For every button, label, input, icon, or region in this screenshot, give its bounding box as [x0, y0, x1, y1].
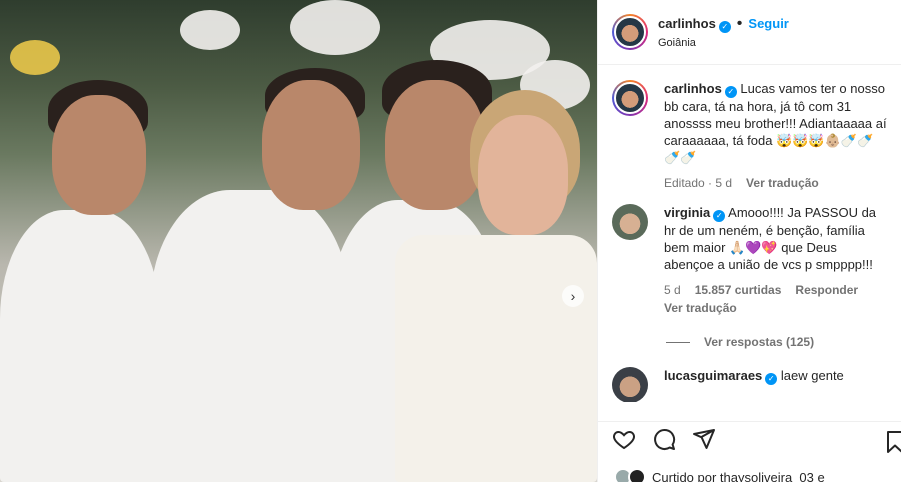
comment-icon[interactable]	[652, 427, 676, 456]
view-replies-button[interactable]: Ver respostas (125)	[598, 315, 901, 349]
comments-section[interactable]: carlinhos ✓ Lucas vamos ter o nosso bb ca…	[598, 66, 901, 402]
comment-likes[interactable]: 15.857 curtidas	[695, 283, 782, 297]
person-4-face	[478, 115, 568, 235]
reply-button[interactable]: Responder	[795, 283, 858, 297]
flower-decoration	[10, 40, 60, 75]
separator-dot: •	[736, 15, 743, 32]
commenter-avatar[interactable]	[612, 204, 648, 240]
person-4-dress	[395, 235, 597, 482]
post-sidebar: carlinhos ✓ • Seguir Goiânia carlinhos ✓ Luc…	[597, 0, 901, 482]
caption-username[interactable]: carlinhos	[664, 81, 722, 96]
verified-icon: ✓	[765, 373, 778, 385]
see-translation-link[interactable]: Ver tradução	[746, 176, 819, 190]
carousel-next-icon[interactable]: ›	[562, 285, 584, 307]
post-photo[interactable]: ›	[0, 0, 597, 482]
liked-by[interactable]: Curtido por thaysoliveira_03 e	[614, 468, 825, 482]
caption-edited: Editado · 5 d	[664, 176, 733, 190]
see-translation-link[interactable]: Ver tradução	[664, 301, 737, 315]
verified-icon: ✓	[718, 21, 731, 33]
instagram-post: › carlinhos ✓ • Seguir Goiânia carlinhos ✓ L…	[0, 0, 901, 482]
bookmark-icon[interactable]	[883, 430, 901, 459]
verified-icon: ✓	[713, 210, 726, 222]
follow-button[interactable]: Seguir	[748, 16, 788, 31]
verified-icon: ✓	[724, 86, 737, 98]
author-username[interactable]: carlinhos	[658, 16, 716, 31]
heart-icon[interactable]	[612, 427, 636, 456]
view-replies-label: Ver respostas (125)	[704, 335, 815, 349]
liker-avatar	[628, 468, 646, 482]
caption-avatar[interactable]	[612, 80, 648, 116]
caption: carlinhos ✓ Lucas vamos ter o nosso bb ca…	[598, 66, 901, 190]
post-header: carlinhos ✓ • Seguir Goiânia	[598, 0, 901, 65]
comment-item: virginia ✓ Amooo!!!! Ja PASSOU da hr de u…	[598, 190, 901, 315]
person-2-face	[262, 80, 360, 210]
share-icon[interactable]	[692, 427, 716, 456]
replies-line	[666, 341, 690, 343]
comment-text: laew gente	[780, 368, 844, 383]
comment-age[interactable]: 5 d	[664, 283, 681, 297]
person-1-shirt	[0, 210, 160, 482]
person-2-shirt	[150, 190, 350, 482]
author-avatar[interactable]	[612, 14, 648, 50]
flower-decoration	[180, 10, 240, 50]
person-1-face	[52, 95, 146, 215]
post-location[interactable]: Goiânia	[658, 37, 789, 49]
comment-item: lucasguimaraes ✓ laew gente	[598, 349, 901, 402]
comment-username[interactable]: virginia	[664, 205, 710, 220]
flower-decoration	[290, 0, 380, 55]
comment-username[interactable]: lucasguimaraes	[664, 368, 762, 383]
action-bar	[598, 421, 901, 461]
commenter-avatar[interactable]	[612, 367, 648, 402]
liked-by-text: Curtido por thaysoliveira_03 e	[652, 469, 825, 482]
